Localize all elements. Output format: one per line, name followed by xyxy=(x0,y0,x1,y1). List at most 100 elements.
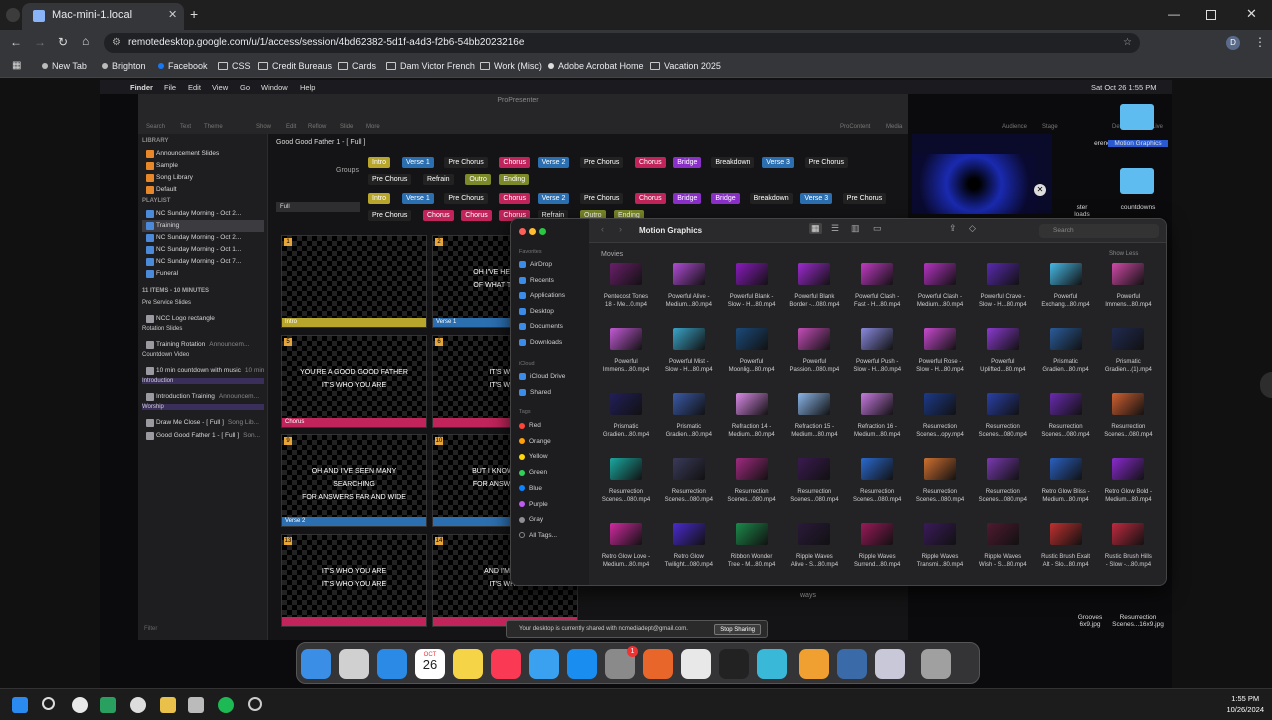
group-chip[interactable]: Pre Chorus xyxy=(368,210,412,221)
file-name[interactable]: Powerful Uplifted...80.mp4 xyxy=(972,358,1034,374)
group-chip[interactable]: Breakdown xyxy=(711,157,755,168)
music-icon[interactable] xyxy=(491,649,521,679)
slide-thumbnail[interactable]: 13 IT'S WHO YOU ARE IT'S WHO YOU ARE xyxy=(281,534,427,627)
bookmark-facebook[interactable]: Facebook xyxy=(158,61,208,71)
sidebar-item-icloud[interactable]: Shared xyxy=(519,388,551,396)
file-name[interactable]: Prismatic Gradien...80.mp4 xyxy=(595,423,657,439)
sphere-icon[interactable] xyxy=(757,649,787,679)
minimize-window-button[interactable]: — xyxy=(1168,7,1180,21)
close-icon[interactable]: ✕ xyxy=(1034,184,1046,196)
desktop-folder-icon[interactable] xyxy=(1120,168,1154,194)
video-thumbnail[interactable] xyxy=(1112,458,1145,480)
group-chip[interactable]: Bridge xyxy=(711,193,740,204)
app-icon[interactable] xyxy=(188,697,204,713)
slide-thumbnail[interactable]: 9 OH AND I'VE SEEN MANY SEARCHING FOR ANSWE… xyxy=(281,434,427,527)
video-thumbnail[interactable] xyxy=(986,263,1019,285)
column-view-icon[interactable]: ▥ xyxy=(851,223,860,234)
sidebar-tag[interactable]: Green xyxy=(519,469,547,476)
new-tab-button[interactable]: + xyxy=(190,6,198,22)
video-thumbnail[interactable] xyxy=(924,263,956,285)
icon-view-icon[interactable]: ▦ xyxy=(809,223,822,234)
chrome-icon[interactable] xyxy=(681,649,711,679)
taskbar-clock[interactable]: 1:55 PM 10/26/2024 xyxy=(1226,693,1264,715)
group-chip[interactable]: Chorus xyxy=(635,193,666,204)
excel-icon[interactable] xyxy=(100,697,116,713)
file-name[interactable]: Powerful Clash - Fast - H...80.mp4 xyxy=(846,293,908,309)
bookmark-credit-bureaus[interactable]: Credit Bureaus xyxy=(258,61,332,71)
group-chip[interactable]: Verse 1 xyxy=(402,193,434,204)
video-thumbnail[interactable] xyxy=(610,263,642,285)
playlist-entry[interactable]: Good Good Father 1 - [ Full ] Son... xyxy=(142,430,264,442)
playlist-item[interactable]: NC Sunday Morning - Oct 2... xyxy=(142,232,264,244)
video-thumbnail[interactable] xyxy=(1112,393,1145,415)
toolbar-edit[interactable]: Edit xyxy=(286,124,296,130)
file-name[interactable]: Refraction 14 - Medium...80.mp4 xyxy=(721,423,783,439)
menu-app[interactable]: Finder xyxy=(130,83,153,92)
file-name[interactable]: Resurrection Scenes...080.mp4 xyxy=(658,488,720,504)
video-thumbnail[interactable] xyxy=(610,328,642,350)
avatar[interactable]: D xyxy=(1226,36,1240,50)
bookmark-cards[interactable]: Cards xyxy=(338,61,376,71)
playlist-item[interactable]: NC Sunday Morning - Oct 7... xyxy=(142,256,264,268)
group-chip[interactable]: Verse 2 xyxy=(537,193,570,204)
video-thumbnail[interactable] xyxy=(861,263,894,285)
library-item[interactable]: Default xyxy=(142,184,264,196)
video-thumbnail[interactable] xyxy=(798,328,831,350)
file-explorer-icon[interactable] xyxy=(160,697,176,713)
file-name[interactable]: Resurrection Scenes...080.mp4 xyxy=(783,488,845,504)
toolbar-show[interactable]: Show xyxy=(256,124,271,130)
tab-search-button[interactable] xyxy=(6,8,20,22)
group-chip[interactable]: Intro xyxy=(368,193,391,204)
file-name[interactable]: Powerful Immens...80.mp4 xyxy=(595,358,657,374)
tag-icon[interactable]: ◇ xyxy=(969,223,976,234)
filter-field[interactable]: Filter xyxy=(144,626,157,632)
gallery-view-icon[interactable]: ▭ xyxy=(873,223,882,234)
playlist-entry[interactable]: 10 min countdown with music10 min... xyxy=(142,365,264,377)
file-name[interactable]: Resurrection Scenes...080.mp4 xyxy=(846,488,908,504)
playlist-item[interactable]: Funeral xyxy=(142,268,264,280)
toolbar-slide[interactable]: Slide xyxy=(340,124,353,130)
video-thumbnail[interactable] xyxy=(610,523,642,545)
video-thumbnail[interactable] xyxy=(986,328,1019,350)
video-thumbnail[interactable] xyxy=(735,523,768,545)
desktop-icon-label[interactable]: ster loads xyxy=(1052,204,1112,218)
menu-go[interactable]: Go xyxy=(240,83,250,92)
playlist-entry[interactable]: Training Rotation Announcem... xyxy=(142,339,264,351)
group-chip[interactable]: Ending xyxy=(499,174,530,185)
video-thumbnail[interactable] xyxy=(924,458,956,480)
toolbar-media[interactable]: Media xyxy=(886,124,902,130)
toolbar-more[interactable]: More xyxy=(366,124,380,130)
playlist-entry[interactable]: Draw Me Close - [ Full ] Song Lib... xyxy=(142,417,264,429)
sidebar-item-icloud[interactable]: iCloud Drive xyxy=(519,373,565,380)
video-thumbnail[interactable] xyxy=(735,263,768,285)
forward-icon[interactable]: → xyxy=(34,35,46,49)
video-thumbnail[interactable] xyxy=(672,328,705,350)
file-name[interactable]: Ripple Waves Transmi...80.mp4 xyxy=(909,553,971,569)
bookmark-brighton[interactable]: Brighton xyxy=(102,61,146,71)
maximize-window-button[interactable] xyxy=(1206,10,1216,20)
file-name[interactable]: Powerful Push - Slow - H...80.mp4 xyxy=(846,358,908,374)
zoom-window-dot[interactable] xyxy=(539,228,546,235)
file-name[interactable]: Refraction 16 - Medium...80.mp4 xyxy=(846,423,908,439)
file-name[interactable]: Prismatic Gradien...(1).mp4 xyxy=(1097,358,1159,374)
video-thumbnail[interactable] xyxy=(735,328,768,350)
menu-file[interactable]: File xyxy=(164,83,176,92)
close-window-button[interactable]: ✕ xyxy=(1246,6,1257,22)
video-thumbnail[interactable] xyxy=(924,393,956,415)
file-name[interactable]: Retro Glow Bliss - Medium...80.mp4 xyxy=(1035,488,1097,504)
video-thumbnail[interactable] xyxy=(672,393,705,415)
sidebar-item-downloads[interactable]: Downloads xyxy=(519,338,562,346)
video-thumbnail[interactable] xyxy=(861,393,894,415)
group-chip[interactable]: Pre Chorus xyxy=(842,193,887,204)
video-thumbnail[interactable] xyxy=(1112,523,1145,545)
office-icon[interactable] xyxy=(643,649,673,679)
menu-help[interactable]: Help xyxy=(300,83,315,92)
reload-icon[interactable]: ↻ xyxy=(58,35,68,49)
file-name[interactable]: Retro Glow Twilight...080.mp4 xyxy=(658,553,720,569)
toolbar-text[interactable]: Text xyxy=(180,124,191,130)
toolbar-procontent[interactable]: ProContent xyxy=(840,124,870,130)
group-chip[interactable]: Refrain xyxy=(423,174,454,185)
file-name[interactable]: Resurrection Scenes...080.mp4 xyxy=(1097,423,1159,439)
group-chip[interactable]: Bridge xyxy=(673,157,702,168)
windows-start-icon[interactable] xyxy=(12,697,28,713)
